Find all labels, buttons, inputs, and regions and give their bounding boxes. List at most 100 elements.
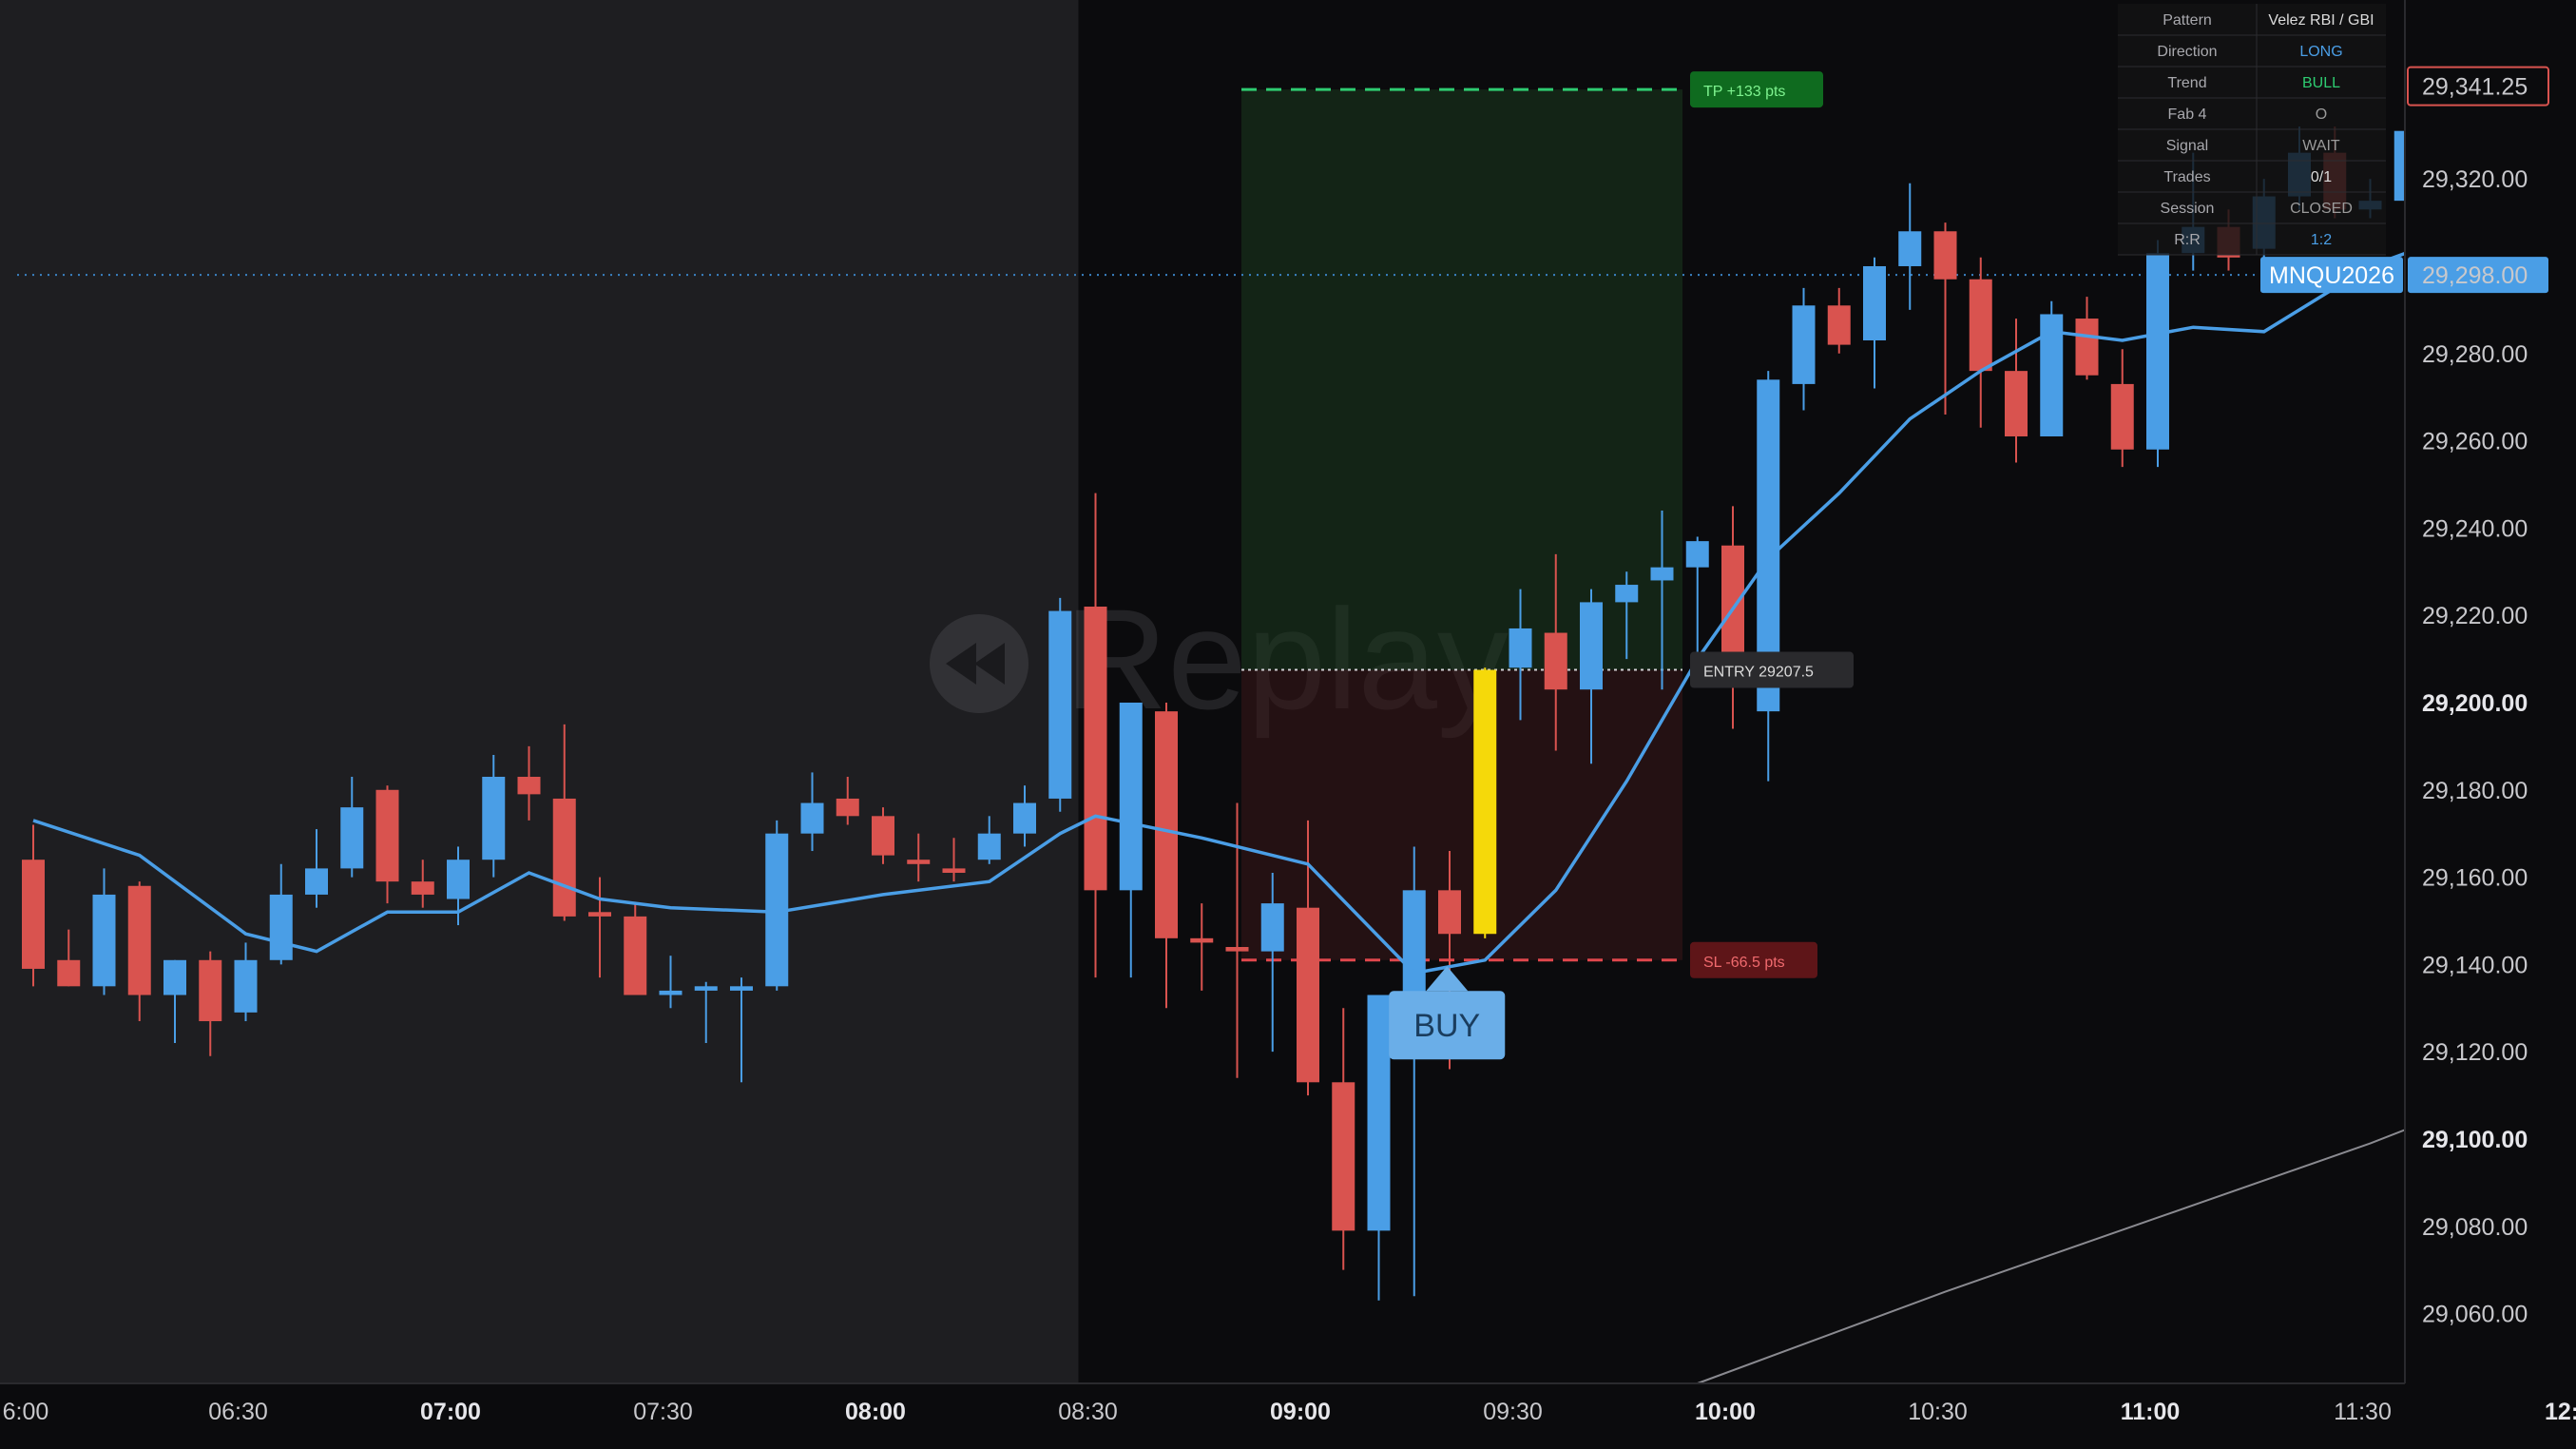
candle (1332, 1082, 1355, 1231)
info-row-value: CLOSED (2290, 201, 2353, 217)
time-tick-label: 09:00 (1270, 1399, 1331, 1425)
time-tick-label: 07:30 (633, 1399, 693, 1425)
candle (340, 807, 364, 869)
take-profit-zone (1241, 89, 1682, 670)
time-tick-label: 06:30 (208, 1399, 268, 1425)
candle (907, 860, 931, 864)
candle (1933, 231, 1957, 280)
last-price-label: 29,341.25 (2422, 74, 2528, 101)
candle (1650, 567, 1674, 581)
time-tick-label: 11:30 (2334, 1399, 2392, 1425)
time-tick-label: 07:00 (420, 1399, 481, 1425)
tp-label[interactable]: TP +133 pts (1690, 71, 1823, 108)
candle (269, 894, 293, 960)
strategy-info-panel: Pattern Velez RBI / GBI Direction LONG Trend… (2118, 4, 2386, 256)
candle (1190, 937, 1214, 943)
info-row-label: Fab 4 (2168, 106, 2207, 123)
time-tick-label: 11:00 (2121, 1399, 2181, 1425)
candle (234, 959, 258, 1013)
candle (1048, 610, 1072, 799)
sl-label[interactable]: SL -66.5 pts (1690, 941, 1817, 978)
info-row-label: Trades (2163, 169, 2210, 185)
candle (447, 860, 470, 899)
info-row-label: Trend (2167, 75, 2206, 91)
candle (836, 798, 859, 817)
info-row-label: R:R (2174, 232, 2201, 248)
candle (800, 802, 824, 834)
symbol-tag: MNQU2026 (2260, 257, 2403, 294)
price-tick-label: 29,160.00 (2422, 865, 2528, 892)
info-row-value: LONG (2299, 44, 2342, 60)
info-row-value: BULL (2302, 75, 2340, 91)
info-row-value: Velez RBI / GBI (2268, 12, 2374, 29)
info-row-value: 0/1 (2311, 169, 2332, 185)
info-row-label: Session (2161, 201, 2215, 217)
time-tick-label: 08:30 (1058, 1399, 1118, 1425)
signal-candle (1473, 669, 1497, 935)
price-tick-label: 29,060.00 (2422, 1302, 2528, 1328)
candle (659, 990, 682, 995)
candle (694, 986, 718, 991)
symbol-label: MNQU2026 (2269, 262, 2394, 289)
candle (1155, 711, 1178, 938)
candle (1580, 602, 1603, 690)
price-tick-label: 29,200.00 (2422, 690, 2528, 717)
candle (1615, 585, 1639, 603)
candle (1685, 541, 1709, 568)
candle (482, 777, 506, 860)
candle (2110, 383, 2134, 450)
candle (1827, 305, 1851, 345)
info-row-label: Direction (2157, 44, 2217, 60)
candle (22, 860, 45, 969)
candle (2075, 319, 2099, 376)
candle (1438, 890, 1461, 935)
candle (942, 868, 966, 873)
candle (1509, 628, 1532, 668)
time-tick-label: 09:30 (1483, 1399, 1543, 1425)
price-tick-label: 29,280.00 (2422, 341, 2528, 368)
candle (305, 868, 328, 895)
candle (1863, 265, 1886, 341)
candle (127, 885, 151, 995)
candle (1544, 632, 1567, 690)
candle (1119, 702, 1143, 891)
candle (730, 986, 753, 991)
info-row-label: Pattern (2163, 12, 2212, 29)
price-tick-label: 29,320.00 (2422, 166, 2528, 193)
candle (624, 916, 647, 995)
entry-label[interactable]: ENTRY 29207.5 (1690, 651, 1854, 688)
candle (411, 881, 434, 895)
candle (2146, 253, 2169, 450)
time-tick-label: 6:00 (3, 1399, 49, 1425)
candle (199, 959, 222, 1022)
info-row-value: 1:2 (2311, 232, 2332, 248)
price-tick-label: 29,080.00 (2422, 1214, 2528, 1241)
buy-marker-label: BUY (1413, 1008, 1480, 1044)
info-row-value: O (2316, 106, 2327, 123)
price-tick-label: 29,260.00 (2422, 429, 2528, 455)
price-tick-label: 29,120.00 (2422, 1039, 2528, 1066)
price-tick-label: 29,180.00 (2422, 778, 2528, 804)
time-tick-label: 10:00 (1695, 1399, 1756, 1425)
candle (1013, 802, 1036, 834)
price-tick-label: 29,100.00 (2422, 1127, 2528, 1153)
candle (163, 959, 186, 995)
candle (1898, 231, 1922, 266)
time-tick-label: 10:30 (1908, 1399, 1968, 1425)
candle (1367, 995, 1391, 1231)
candle (375, 789, 399, 882)
trading-chart[interactable]: Replay TP +133 pts ENTRY 29207.5 SL -66.… (0, 0, 2576, 1449)
last-price-tag: 29,341.25 (2407, 66, 2549, 106)
candle (1297, 907, 1319, 1083)
candle (588, 912, 611, 917)
sl-label-text: SL -66.5 pts (1703, 955, 1785, 971)
candle (1260, 903, 1284, 952)
time-tick-label: 08:00 (845, 1399, 906, 1425)
candle (92, 894, 116, 987)
candle (1225, 947, 1249, 952)
candle (517, 777, 541, 795)
candle (977, 833, 1001, 860)
price-tick-label: 29,140.00 (2422, 952, 2528, 978)
price-tick-label: 29,240.00 (2422, 515, 2528, 542)
candle (552, 798, 576, 917)
